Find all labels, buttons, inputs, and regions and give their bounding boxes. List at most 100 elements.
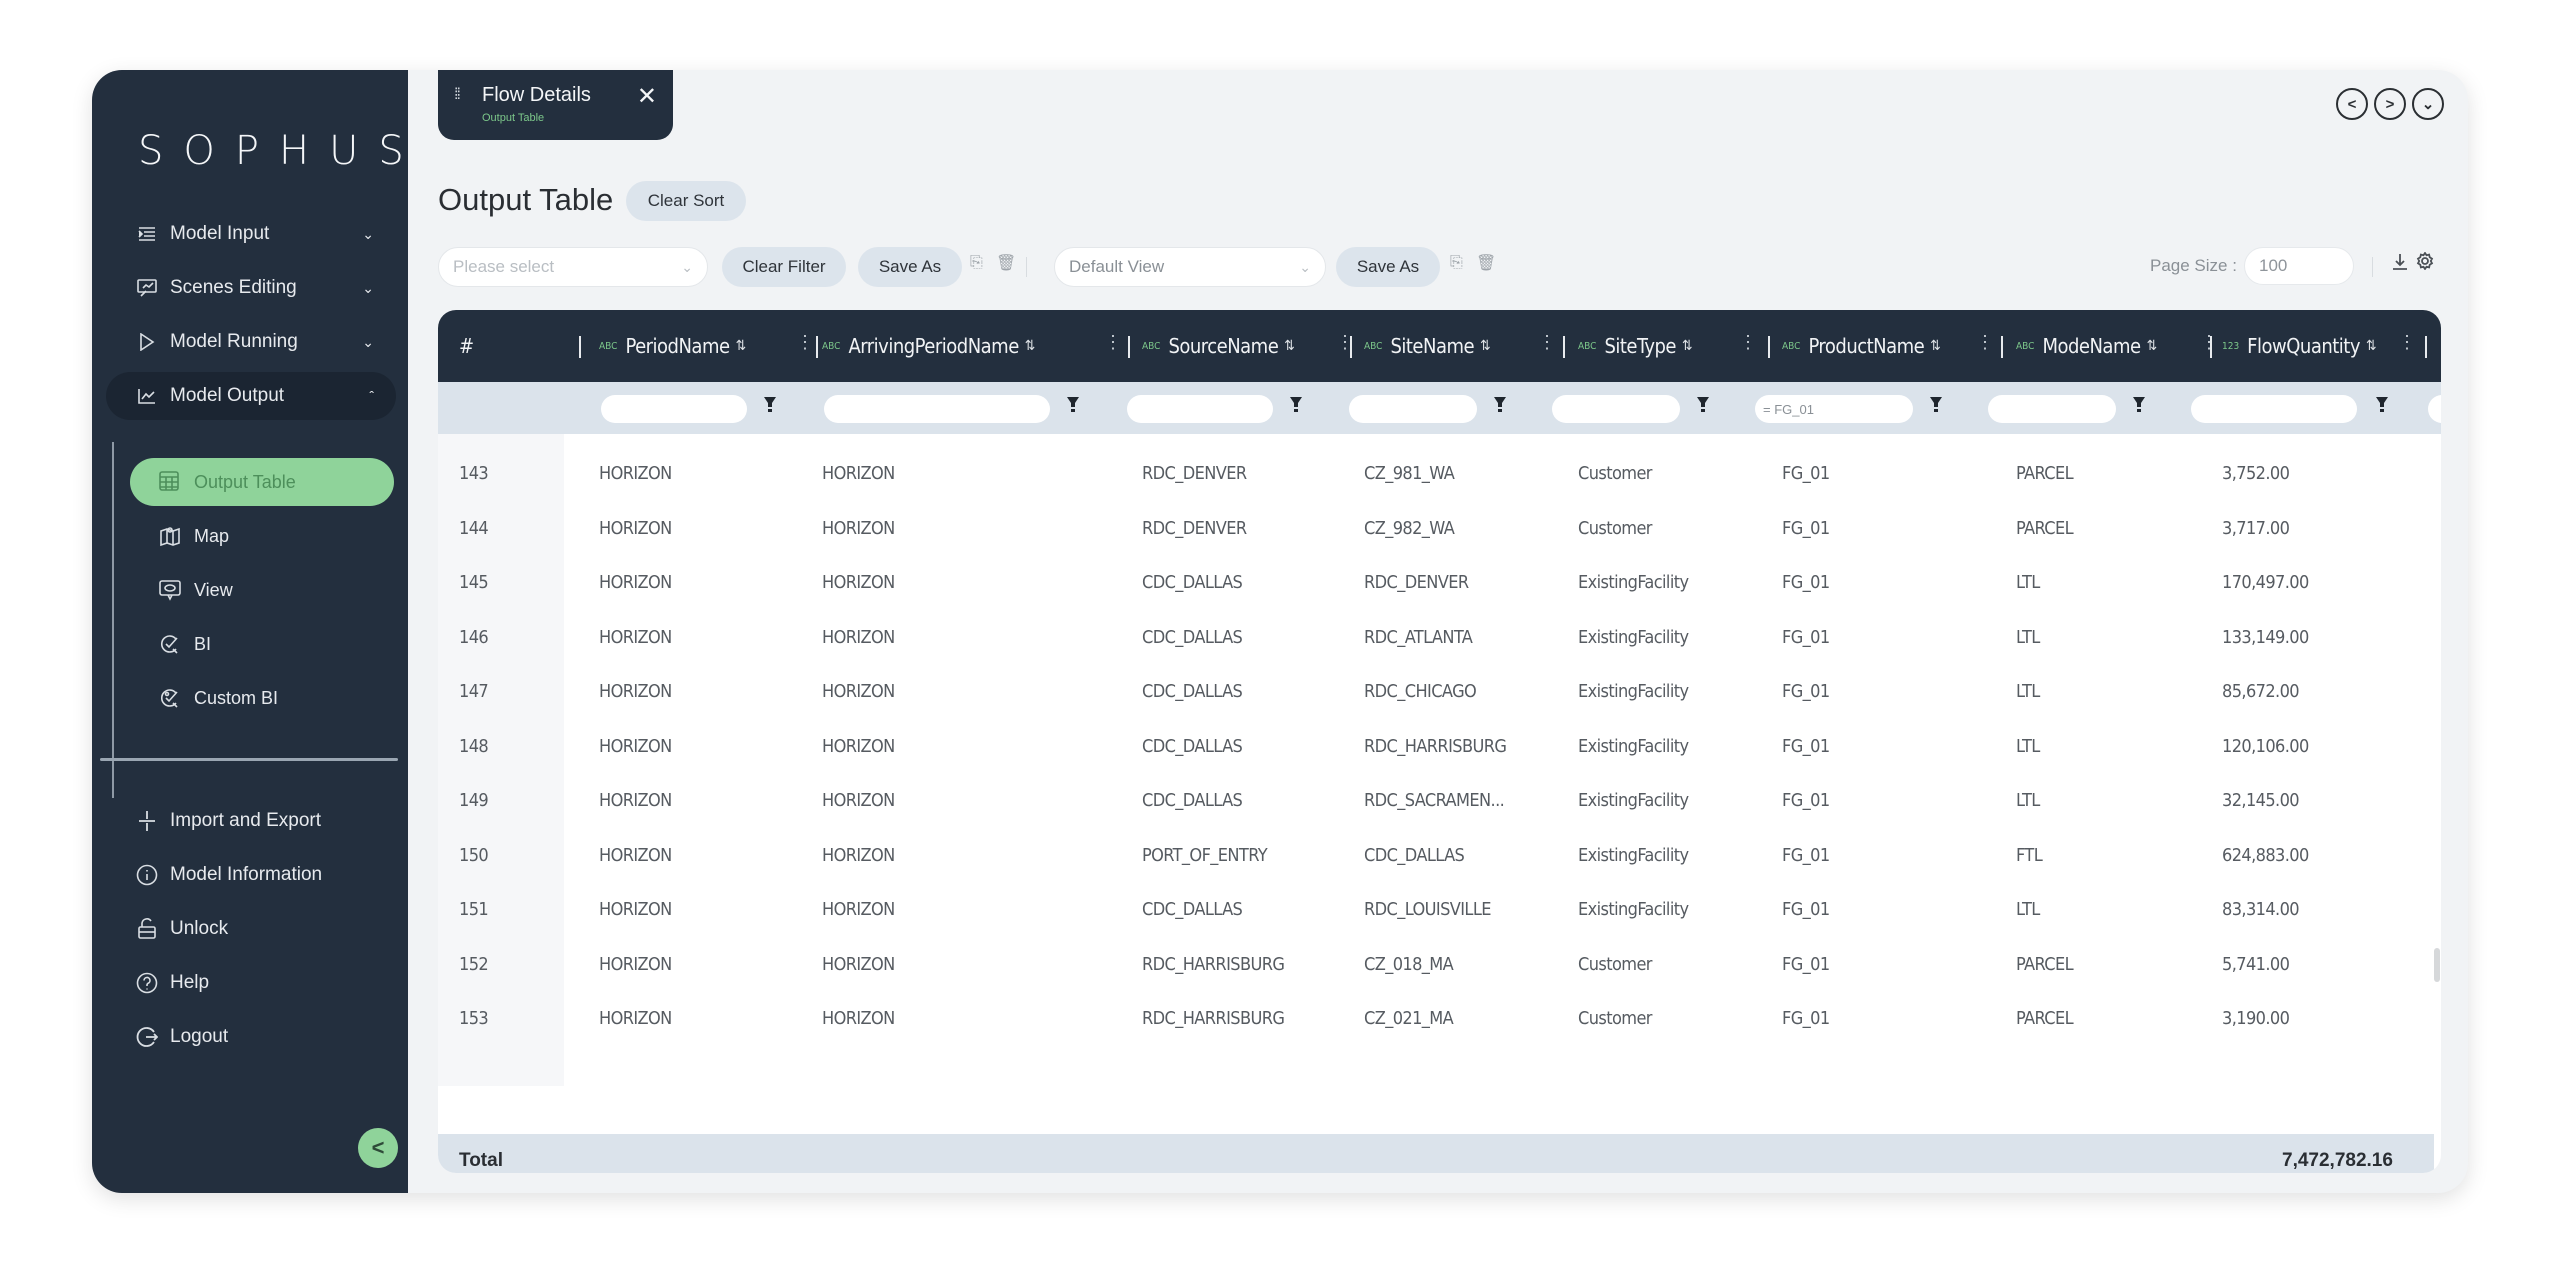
- column-menu-icon[interactable]: ⋮: [2200, 332, 2218, 353]
- filter-icon[interactable]: [1493, 396, 1507, 414]
- nav-model-information[interactable]: Model Information: [106, 851, 396, 899]
- copy-icon[interactable]: ⎘: [1450, 254, 1463, 272]
- cell-modename: LTL: [2016, 681, 2040, 702]
- column-resize-handle[interactable]: [816, 336, 818, 358]
- clear-filter-button[interactable]: Clear Filter: [722, 247, 846, 287]
- drag-handle-icon[interactable]: ⁞⁞: [454, 86, 461, 104]
- filter-row: = FG_01: [438, 382, 2441, 434]
- filter-icon[interactable]: [2132, 396, 2146, 414]
- column-resize-handle[interactable]: [1350, 336, 1352, 358]
- nav-unlock[interactable]: Unlock: [106, 905, 396, 953]
- filter-input-sitetype[interactable]: [1552, 395, 1680, 423]
- filter-input-periodname[interactable]: [601, 395, 747, 423]
- column-menu-icon[interactable]: ⋮: [1104, 332, 1122, 353]
- sort-icon[interactable]: ⇅: [1025, 338, 1036, 354]
- sort-icon[interactable]: ⇅: [736, 338, 747, 354]
- download-icon[interactable]: [2392, 253, 2408, 276]
- filter-input-productname[interactable]: = FG_01: [1755, 395, 1913, 423]
- cell-periodname: HORIZON: [599, 626, 672, 648]
- table-row[interactable]: 149 HORIZON HORIZON CDC_DALLAS RDC_SACRAMEN.…: [438, 774, 2441, 829]
- nav-import-export[interactable]: Import and Export: [106, 797, 396, 845]
- nav-model-input[interactable]: Model Input ⌄: [106, 210, 396, 258]
- sub-item-output-table[interactable]: Output Table: [130, 458, 394, 506]
- column-resize-handle[interactable]: [2210, 336, 2212, 358]
- column-menu-icon[interactable]: ⋮: [1976, 332, 1994, 353]
- column-header-sitename[interactable]: ABC SiteName ⇅: [1364, 310, 1491, 382]
- column-resize-handle[interactable]: [1768, 336, 1770, 358]
- table-row[interactable]: 144 HORIZON HORIZON RDC_DENVER CZ_982_WA Cust…: [438, 502, 2441, 557]
- column-header-sitetype[interactable]: ABC SiteType ⇅: [1578, 310, 1693, 382]
- column-resize-handle[interactable]: [2001, 336, 2003, 358]
- filter-input-sitename[interactable]: [1349, 395, 1477, 423]
- column-header-sourcename[interactable]: ABC SourceName ⇅: [1142, 310, 1295, 382]
- table-row[interactable]: 145 HORIZON HORIZON CDC_DALLAS RDC_DENVER Exi…: [438, 556, 2441, 611]
- next-tab-button[interactable]: >: [2374, 88, 2406, 120]
- view-select[interactable]: Default View ⌄: [1054, 247, 1326, 287]
- sort-icon[interactable]: ⇅: [2147, 338, 2158, 354]
- column-header-productname[interactable]: ABC ProductName ⇅: [1782, 310, 1941, 382]
- nav-logout[interactable]: Logout: [106, 1013, 396, 1061]
- table-row[interactable]: 147 HORIZON HORIZON CDC_DALLAS RDC_CHICAGO Ex…: [438, 665, 2441, 720]
- sub-item-bi[interactable]: BI: [130, 620, 394, 668]
- previous-tab-button[interactable]: <: [2336, 88, 2368, 120]
- save-view-as-button[interactable]: Save As: [1336, 247, 1440, 287]
- clear-sort-button[interactable]: Clear Sort: [626, 181, 746, 221]
- table-row[interactable]: 146 HORIZON HORIZON CDC_DALLAS RDC_ATLANTA Ex…: [438, 611, 2441, 666]
- filter-icon[interactable]: [763, 396, 777, 414]
- sub-item-view[interactable]: View: [130, 566, 394, 614]
- collapse-sidebar-button[interactable]: <: [358, 1128, 398, 1168]
- copy-icon[interactable]: ⎘: [970, 254, 983, 272]
- sort-icon[interactable]: ⇅: [1284, 338, 1295, 354]
- column-header-flowquantity[interactable]: 123 FlowQuantity ⇅: [2222, 310, 2377, 382]
- save-filter-as-button[interactable]: Save As: [858, 247, 962, 287]
- filter-icon[interactable]: [2375, 396, 2389, 414]
- vertical-scrollbar[interactable]: [2434, 948, 2440, 982]
- delete-icon[interactable]: 🗑: [996, 253, 1016, 273]
- filter-select[interactable]: Please select ⌄: [438, 247, 708, 287]
- sort-icon[interactable]: ⇅: [1930, 338, 1941, 354]
- column-header-arrivingperiodname[interactable]: ABC ArrivingPeriodName ⇅: [822, 310, 1035, 382]
- table-row[interactable]: 148 HORIZON HORIZON CDC_DALLAS RDC_HARRISBUR…: [438, 720, 2441, 775]
- filter-input-sourcename[interactable]: [1127, 395, 1273, 423]
- close-tab-icon[interactable]: ✕: [637, 82, 657, 111]
- sort-icon[interactable]: ⇅: [2366, 338, 2377, 354]
- column-resize-handle[interactable]: [2425, 336, 2427, 358]
- table-row[interactable]: 150 HORIZON HORIZON PORT_OF_ENTRY CDC_DALLAS…: [438, 829, 2441, 884]
- monitor-edit-icon: [136, 277, 158, 299]
- table-row[interactable]: 143 HORIZON HORIZON RDC_DENVER CZ_981_WA Cust…: [438, 447, 2441, 502]
- page-size-input[interactable]: 100: [2244, 247, 2354, 285]
- table-row[interactable]: 153 HORIZON HORIZON RDC_HARRISBURG CZ_021_MA…: [438, 992, 2441, 1047]
- settings-gear-icon[interactable]: [2416, 251, 2434, 275]
- table-row[interactable]: 152 HORIZON HORIZON RDC_HARRISBURG CZ_018_MA…: [438, 938, 2441, 993]
- sort-icon[interactable]: ⇅: [1682, 338, 1693, 354]
- column-menu-icon[interactable]: ⋮: [1538, 332, 1556, 353]
- delete-icon[interactable]: 🗑: [1476, 253, 1496, 273]
- filter-icon[interactable]: [1696, 396, 1710, 414]
- nav-help[interactable]: Help: [106, 959, 396, 1007]
- table-row[interactable]: 151 HORIZON HORIZON CDC_DALLAS RDC_LOUISVILL…: [438, 883, 2441, 938]
- filter-input-modename[interactable]: [1988, 395, 2116, 423]
- tab-list-button[interactable]: ⌄: [2412, 88, 2444, 120]
- sub-item-map[interactable]: Map: [130, 512, 394, 560]
- filter-input-flowquantity[interactable]: [2191, 395, 2357, 423]
- filter-icon[interactable]: [1066, 396, 1080, 414]
- nav-model-running[interactable]: Model Running ⌄: [106, 318, 396, 366]
- tab-flow-details[interactable]: ⁞⁞ Flow Details Output Table ✕: [438, 70, 673, 140]
- column-menu-icon[interactable]: ⋮: [1739, 332, 1757, 353]
- column-resize-handle[interactable]: [579, 336, 581, 358]
- nav-scenes-editing[interactable]: Scenes Editing ⌄: [106, 264, 396, 312]
- sub-item-custom-bi[interactable]: Custom BI: [130, 674, 394, 722]
- filter-input-arrivingperiodname[interactable]: [824, 395, 1050, 423]
- cell-periodname: HORIZON: [599, 790, 672, 811]
- column-menu-icon[interactable]: ⋮: [2398, 332, 2416, 353]
- sort-icon[interactable]: ⇅: [1480, 338, 1491, 354]
- filter-icon[interactable]: [1289, 396, 1303, 414]
- filter-icon[interactable]: [1929, 396, 1943, 414]
- nav-model-output[interactable]: Model Output ˆ: [106, 372, 396, 420]
- column-resize-handle[interactable]: [1128, 336, 1130, 358]
- column-header-periodname[interactable]: ABC PeriodName ⇅: [599, 310, 746, 382]
- column-resize-handle[interactable]: [1563, 336, 1565, 358]
- column-menu-icon[interactable]: ⋮: [796, 332, 814, 353]
- column-header-modename[interactable]: ABC ModeName ⇅: [2016, 310, 2157, 382]
- filter-input-next-column[interactable]: [2428, 395, 2441, 423]
